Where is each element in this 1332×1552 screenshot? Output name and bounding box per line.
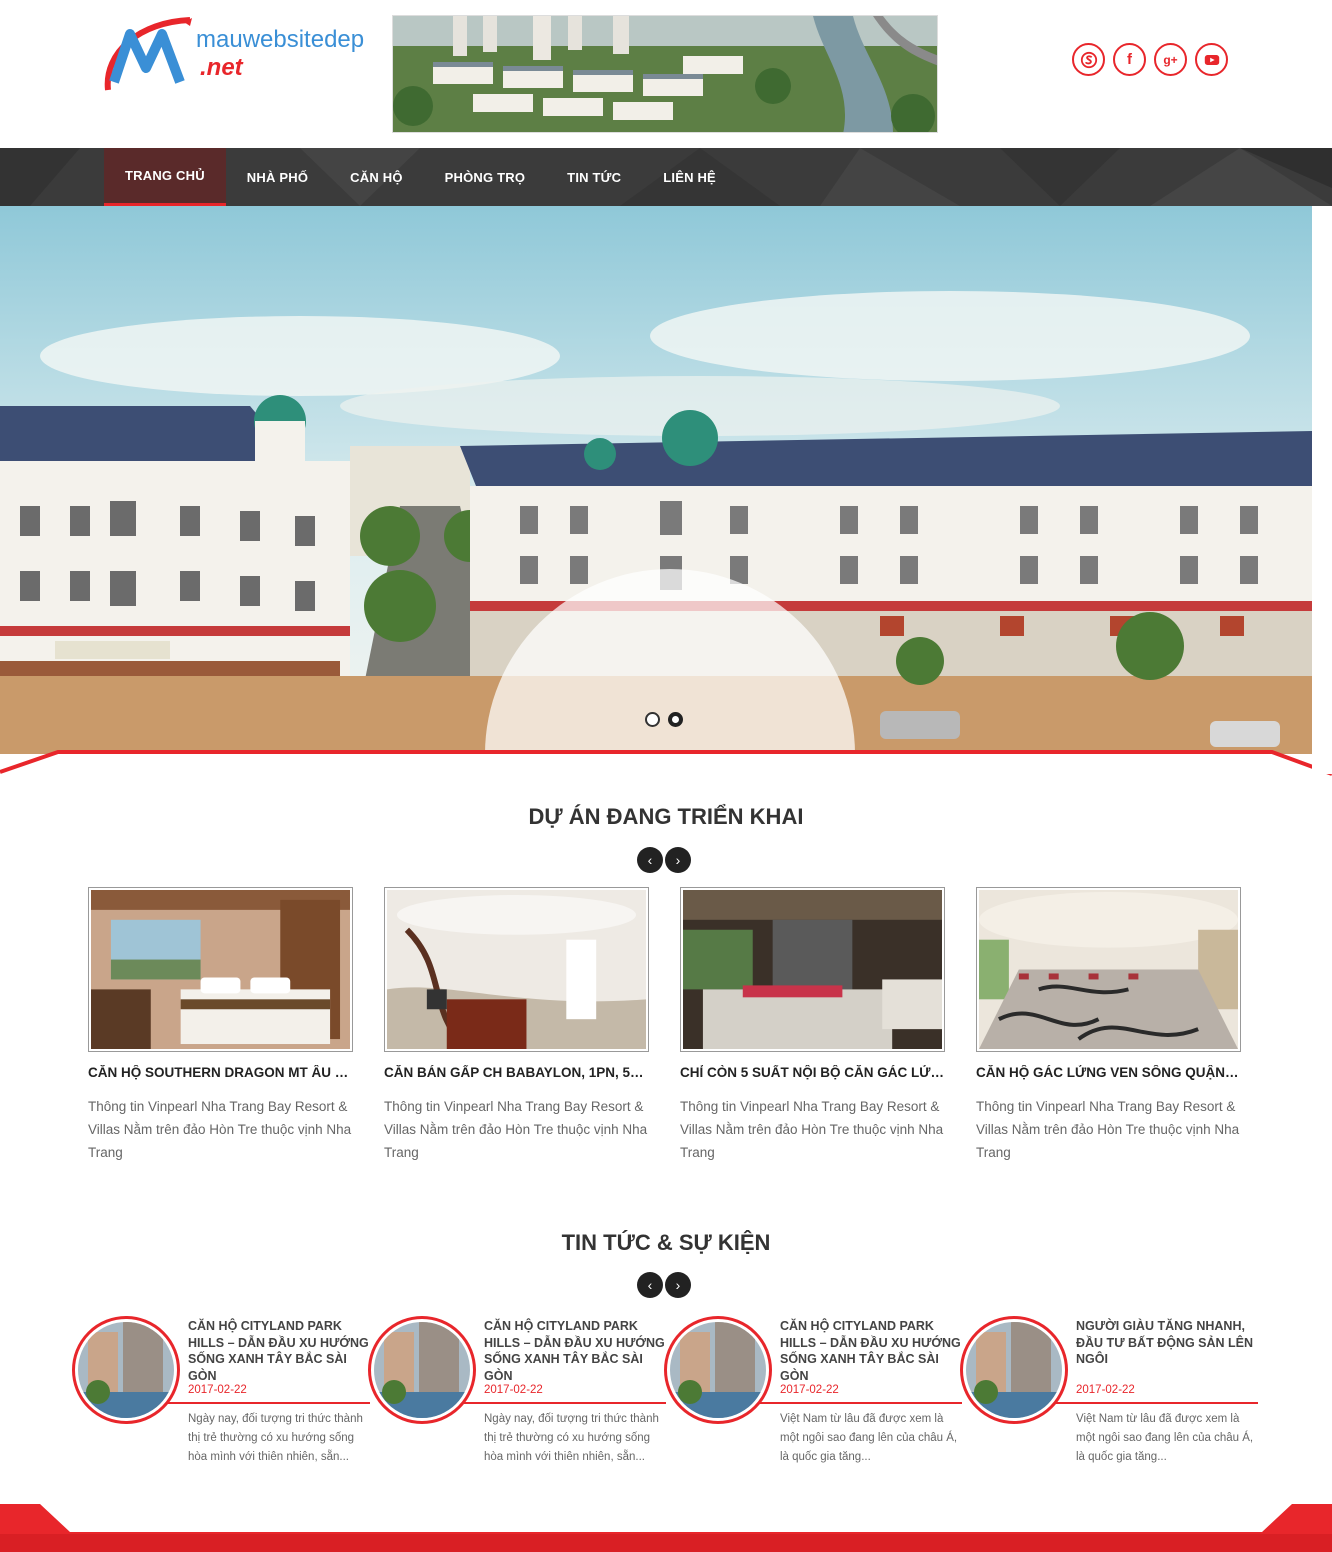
chevron-left-icon: ‹: [647, 1277, 653, 1293]
slider-dot-2[interactable]: [668, 712, 683, 727]
news-carousel: CĂN HỘ CITYLAND PARK HILLS – DẪN ĐẦU XU …: [72, 1316, 1258, 1466]
news-prev-button[interactable]: ‹: [637, 1272, 663, 1298]
skype-icon[interactable]: [1072, 43, 1105, 76]
news-next-button[interactable]: ›: [665, 1272, 691, 1298]
project-image[interactable]: [976, 887, 1241, 1052]
project-title[interactable]: CĂN BÁN GẤP CH BABAYLON, 1PN, 53M2, ...: [384, 1065, 649, 1080]
project-image[interactable]: [88, 887, 353, 1052]
social-links: f g+: [1072, 43, 1228, 76]
project-description: Thông tin Vinpearl Nha Trang Bay Resort …: [680, 1099, 944, 1160]
news-item[interactable]: NGƯỜI GIÀU TĂNG NHANH, ĐẦU TƯ BẤT ĐỘNG S…: [960, 1316, 1258, 1466]
news-excerpt: Ngày nay, đối tượng tri thức thành thị t…: [188, 1413, 363, 1463]
project-description: Thông tin Vinpearl Nha Trang Bay Resort …: [88, 1099, 352, 1160]
project-description: Thông tin Vinpearl Nha Trang Bay Resort …: [976, 1099, 1240, 1160]
footer-top-strip: [0, 1504, 1332, 1552]
project-image[interactable]: [680, 887, 945, 1052]
project-card[interactable]: CĂN BÁN GẤP CH BABAYLON, 1PN, 53M2, ... …: [384, 887, 649, 1164]
news-thumbnail[interactable]: [72, 1316, 180, 1424]
news-thumbnail[interactable]: [368, 1316, 476, 1424]
logo-domain: .net: [200, 54, 243, 81]
site-header: mauwebsitedep .net f g+: [0, 0, 1332, 148]
news-section-title: TIN TỨC & SỰ KIỆN: [561, 1230, 771, 1255]
news-date: 2017-02-22: [1076, 1384, 1135, 1396]
news-item[interactable]: CĂN HỘ CITYLAND PARK HILLS – DẪN ĐẦU XU …: [368, 1316, 666, 1466]
facebook-glyph: f: [1127, 51, 1132, 68]
news-title[interactable]: CĂN HỘ CITYLAND PARK HILLS – DẪN ĐẦU XU …: [780, 1318, 966, 1384]
projects-next-button[interactable]: ›: [665, 847, 691, 873]
news-excerpt: Việt Nam từ lâu đã được xem là một ngôi …: [1076, 1413, 1254, 1463]
project-card[interactable]: CĂN HỘ SOUTHERN DRAGON MT ÂU CƠ, T... Th…: [88, 887, 353, 1164]
site-logo[interactable]: mauwebsitedep .net: [100, 12, 370, 102]
nav-item-rooms[interactable]: PHÒNG TRỌ: [424, 148, 547, 206]
youtube-icon[interactable]: [1195, 43, 1228, 76]
project-title[interactable]: CĂN HỘ GÁC LỬNG VEN SÔNG QUẬN 2, CHỈ...: [976, 1065, 1241, 1080]
hero-slider-image: [0, 206, 1312, 754]
news-carousel-controls: ‹ ›: [637, 1272, 691, 1298]
nav-menu: TRANG CHỦ NHÀ PHỐ CĂN HỘ PHÒNG TRỌ TIN T…: [104, 148, 737, 206]
slider-dot-1[interactable]: [645, 712, 660, 727]
news-title[interactable]: CĂN HỘ CITYLAND PARK HILLS – DẪN ĐẦU XU …: [484, 1318, 670, 1384]
nav-item-apartment[interactable]: CĂN HỘ: [329, 148, 423, 206]
nav-item-townhouse[interactable]: NHÀ PHỐ: [226, 148, 329, 206]
google-plus-glyph: g+: [1163, 52, 1178, 67]
news-title[interactable]: NGƯỜI GIÀU TĂNG NHANH, ĐẦU TƯ BẤT ĐỘNG S…: [1076, 1318, 1262, 1368]
chevron-right-icon: ›: [675, 1277, 681, 1293]
news-item[interactable]: CĂN HỘ CITYLAND PARK HILLS – DẪN ĐẦU XU …: [664, 1316, 962, 1466]
slider-pagination: [645, 712, 683, 727]
header-banner-image: [392, 15, 938, 133]
projects-carousel: CĂN HỘ SOUTHERN DRAGON MT ÂU CƠ, T... Th…: [88, 887, 1241, 1164]
project-description: Thông tin Vinpearl Nha Trang Bay Resort …: [384, 1099, 648, 1160]
chevron-left-icon: ‹: [647, 852, 653, 868]
nav-item-contact[interactable]: LIÊN HỆ: [642, 148, 737, 206]
nav-item-news[interactable]: TIN TỨC: [546, 148, 642, 206]
project-image[interactable]: [384, 887, 649, 1052]
news-date: 2017-02-22: [484, 1384, 543, 1396]
project-title[interactable]: CHỈ CÒN 5 SUẤT NỘI BỘ CĂN GÁC LỬNG L...: [680, 1065, 945, 1080]
news-excerpt: Ngày nay, đối tượng tri thức thành thị t…: [484, 1413, 659, 1463]
chevron-right-icon: ›: [675, 852, 681, 868]
nav-item-home[interactable]: TRANG CHỦ: [104, 148, 226, 206]
news-item[interactable]: CĂN HỘ CITYLAND PARK HILLS – DẪN ĐẦU XU …: [72, 1316, 370, 1466]
news-excerpt: Việt Nam từ lâu đã được xem là một ngôi …: [780, 1413, 958, 1463]
news-thumbnail[interactable]: [664, 1316, 772, 1424]
main-nav: TRANG CHỦ NHÀ PHỐ CĂN HỘ PHÒNG TRỌ TIN T…: [0, 148, 1332, 206]
news-title[interactable]: CĂN HỘ CITYLAND PARK HILLS – DẪN ĐẦU XU …: [188, 1318, 374, 1384]
project-title[interactable]: CĂN HỘ SOUTHERN DRAGON MT ÂU CƠ, T...: [88, 1065, 353, 1080]
projects-carousel-controls: ‹ ›: [637, 847, 691, 873]
logo-m-icon: [104, 17, 192, 91]
facebook-icon[interactable]: f: [1113, 43, 1146, 76]
google-plus-icon[interactable]: g+: [1154, 43, 1187, 76]
projects-section-title: DỰ ÁN ĐANG TRIỂN KHAI: [528, 804, 804, 829]
logo-text: mauwebsitedep: [196, 26, 365, 53]
news-thumbnail[interactable]: [960, 1316, 1068, 1424]
project-card[interactable]: CĂN HỘ GÁC LỬNG VEN SÔNG QUẬN 2, CHỈ... …: [976, 887, 1241, 1164]
news-date: 2017-02-22: [188, 1384, 247, 1396]
project-card[interactable]: CHỈ CÒN 5 SUẤT NỘI BỘ CĂN GÁC LỬNG L... …: [680, 887, 945, 1164]
hero-bottom-frame: [0, 740, 1332, 776]
projects-prev-button[interactable]: ‹: [637, 847, 663, 873]
news-date: 2017-02-22: [780, 1384, 839, 1396]
